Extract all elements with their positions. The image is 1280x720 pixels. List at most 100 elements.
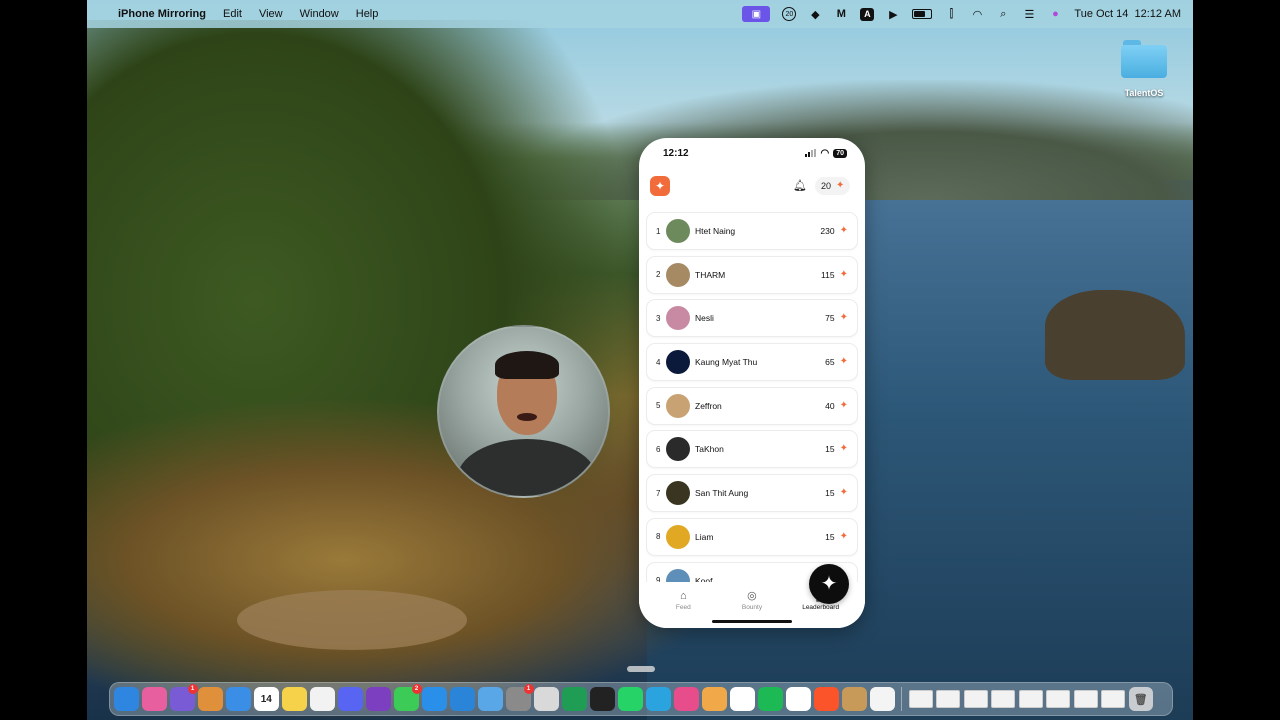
github-desktop-icon[interactable] <box>366 686 391 712</box>
tab-feed[interactable]: ⌂ Feed <box>660 584 706 628</box>
calendar-icon[interactable]: 14 <box>254 686 279 712</box>
leaderboard-row[interactable]: 7 San Thit Aung 15 ✦ <box>646 474 858 513</box>
chatgpt-icon[interactable] <box>730 686 755 712</box>
menu-view[interactable]: View <box>259 8 283 20</box>
brave-icon[interactable] <box>814 686 839 712</box>
preview-icon[interactable] <box>534 686 559 712</box>
notion-icon[interactable] <box>786 686 811 712</box>
create-fab-button[interactable]: ✦ <box>809 564 849 604</box>
search-icon[interactable]: ⌕ <box>996 8 1010 20</box>
points-badge[interactable]: 20 ✦ <box>815 177 851 195</box>
menu-window[interactable]: Window <box>300 8 339 20</box>
box-app-icon[interactable] <box>842 686 867 712</box>
siri-icon[interactable]: ● <box>1048 8 1062 20</box>
spark-icon: ✦ <box>839 399 848 411</box>
home-icon: ⌂ <box>680 590 687 602</box>
a-input-icon[interactable]: A <box>860 7 875 21</box>
minimized-window[interactable] <box>908 690 933 708</box>
leaderboard-row[interactable]: 6 TaKhon 15 ✦ <box>646 430 858 469</box>
link-app-icon[interactable] <box>590 686 615 712</box>
reminders-icon[interactable] <box>310 686 335 712</box>
user-name: TaKhon <box>695 444 724 455</box>
avatar[interactable] <box>666 524 690 549</box>
user-name: Htet Naing <box>695 226 736 236</box>
menu-help[interactable]: Help <box>356 8 379 20</box>
tab-leaderboard-label: Leaderboard <box>802 604 840 611</box>
dock-handle[interactable] <box>627 666 655 672</box>
control-center-icon[interactable]: ☰ <box>1022 8 1036 21</box>
bell-icon[interactable]: 🔔︎ <box>793 179 807 193</box>
play-icon[interactable]: ▶ <box>886 8 900 21</box>
whatsapp-icon[interactable] <box>618 686 643 712</box>
telegram-icon[interactable] <box>646 686 671 712</box>
keynote-icon[interactable] <box>450 686 475 712</box>
avatar[interactable] <box>666 219 690 243</box>
spotify-icon[interactable] <box>758 686 783 712</box>
screen-mirroring-icon[interactable]: ▣ <box>742 6 771 22</box>
spark-icon: ✦ <box>839 530 848 542</box>
spark-icon: ✦ <box>836 180 845 191</box>
minimized-window[interactable] <box>991 690 1015 708</box>
safari-icon[interactable] <box>422 686 447 712</box>
minimized-window[interactable] <box>936 690 960 708</box>
avatar[interactable] <box>666 481 690 506</box>
menu-bar: iPhone Mirroring Edit View Window Help ▣… <box>87 0 1193 28</box>
mail-icon[interactable] <box>226 686 251 712</box>
app-store-plugin-icon[interactable] <box>478 686 503 712</box>
minimized-window[interactable] <box>1046 690 1070 708</box>
user-score: 230 <box>820 226 835 236</box>
m-app-icon[interactable]: M <box>834 8 848 20</box>
app-menu[interactable]: iPhone Mirroring <box>118 8 206 20</box>
avatar[interactable] <box>666 350 690 375</box>
discord-icon[interactable] <box>338 686 363 712</box>
desktop: iPhone Mirroring Edit View Window Help ▣… <box>87 0 1193 720</box>
minimized-window[interactable] <box>1018 690 1043 708</box>
battery-icon[interactable] <box>912 9 933 19</box>
minimized-window[interactable] <box>1101 690 1125 708</box>
minimized-window[interactable] <box>963 690 988 708</box>
dock: 1 14 2 1 🗑︎ <box>109 682 1173 716</box>
leaderboard-row[interactable]: 1 Htet Naing 230 ✦ <box>646 212 858 250</box>
avatar[interactable] <box>666 568 690 582</box>
menu-edit[interactable]: Edit <box>223 8 242 20</box>
rank-number: 5 <box>656 401 661 411</box>
spark-icon: ✦ <box>839 443 848 455</box>
minimized-window[interactable] <box>1073 690 1098 708</box>
desktop-folder[interactable]: TalentOS <box>1120 40 1168 98</box>
arc-browser-icon[interactable] <box>142 686 167 712</box>
folder-icon <box>1121 40 1167 78</box>
notification-count-icon[interactable]: 20 <box>782 7 797 21</box>
trash-icon[interactable]: 🗑︎ <box>1128 686 1153 712</box>
tunnel-icon[interactable]: ⫿ <box>944 8 958 20</box>
avatar[interactable] <box>666 262 690 287</box>
spark-icon: ✦ <box>839 225 848 236</box>
user-score: 65 <box>825 357 835 368</box>
messages-icon[interactable]: 2 <box>394 683 422 712</box>
leaderboard-list[interactable]: 1 Htet Naing 230 ✦ 2 THARM 115 ✦ 3 Nesli 75 ✦ 4 Kaung… <box>646 212 858 582</box>
leaderboard-row[interactable]: 2 THARM 115 ✦ <box>646 255 858 294</box>
viber-icon[interactable]: 1 <box>170 683 198 712</box>
system-settings-icon[interactable]: 1 <box>506 683 534 712</box>
finder-icon[interactable] <box>114 686 139 712</box>
avatar[interactable] <box>666 437 690 462</box>
launchpad-icon[interactable] <box>198 686 223 712</box>
avatar[interactable] <box>666 306 690 331</box>
circle-app-icon[interactable] <box>870 686 895 712</box>
leaderboard-row[interactable]: 5 Zeffron 40 ✦ <box>646 386 858 425</box>
avatar[interactable] <box>666 393 690 418</box>
notification-badge: 2 <box>411 683 422 694</box>
wallpaper-cliff <box>87 400 727 720</box>
wifi-icon[interactable]: ◠ <box>970 8 984 21</box>
ai-app-icon[interactable] <box>674 686 699 712</box>
clock[interactable]: Tue Oct 14 12:12 AM <box>1074 8 1181 20</box>
tab-feed-label: Feed <box>675 604 691 611</box>
sunrise-app-icon[interactable] <box>702 686 727 712</box>
grammarly-icon[interactable] <box>562 686 587 712</box>
app-logo-icon[interactable]: ✦ <box>650 176 670 196</box>
leaderboard-row[interactable]: 3 Nesli 75 ✦ <box>646 299 858 338</box>
dropbox-icon[interactable]: ◆ <box>808 8 822 21</box>
notes-icon[interactable] <box>282 686 307 712</box>
leaderboard-row[interactable]: 8 Liam 15 ✦ <box>646 517 858 556</box>
home-indicator[interactable] <box>712 620 792 623</box>
leaderboard-row[interactable]: 4 Kaung Myat Thu 65 ✦ <box>646 343 858 382</box>
